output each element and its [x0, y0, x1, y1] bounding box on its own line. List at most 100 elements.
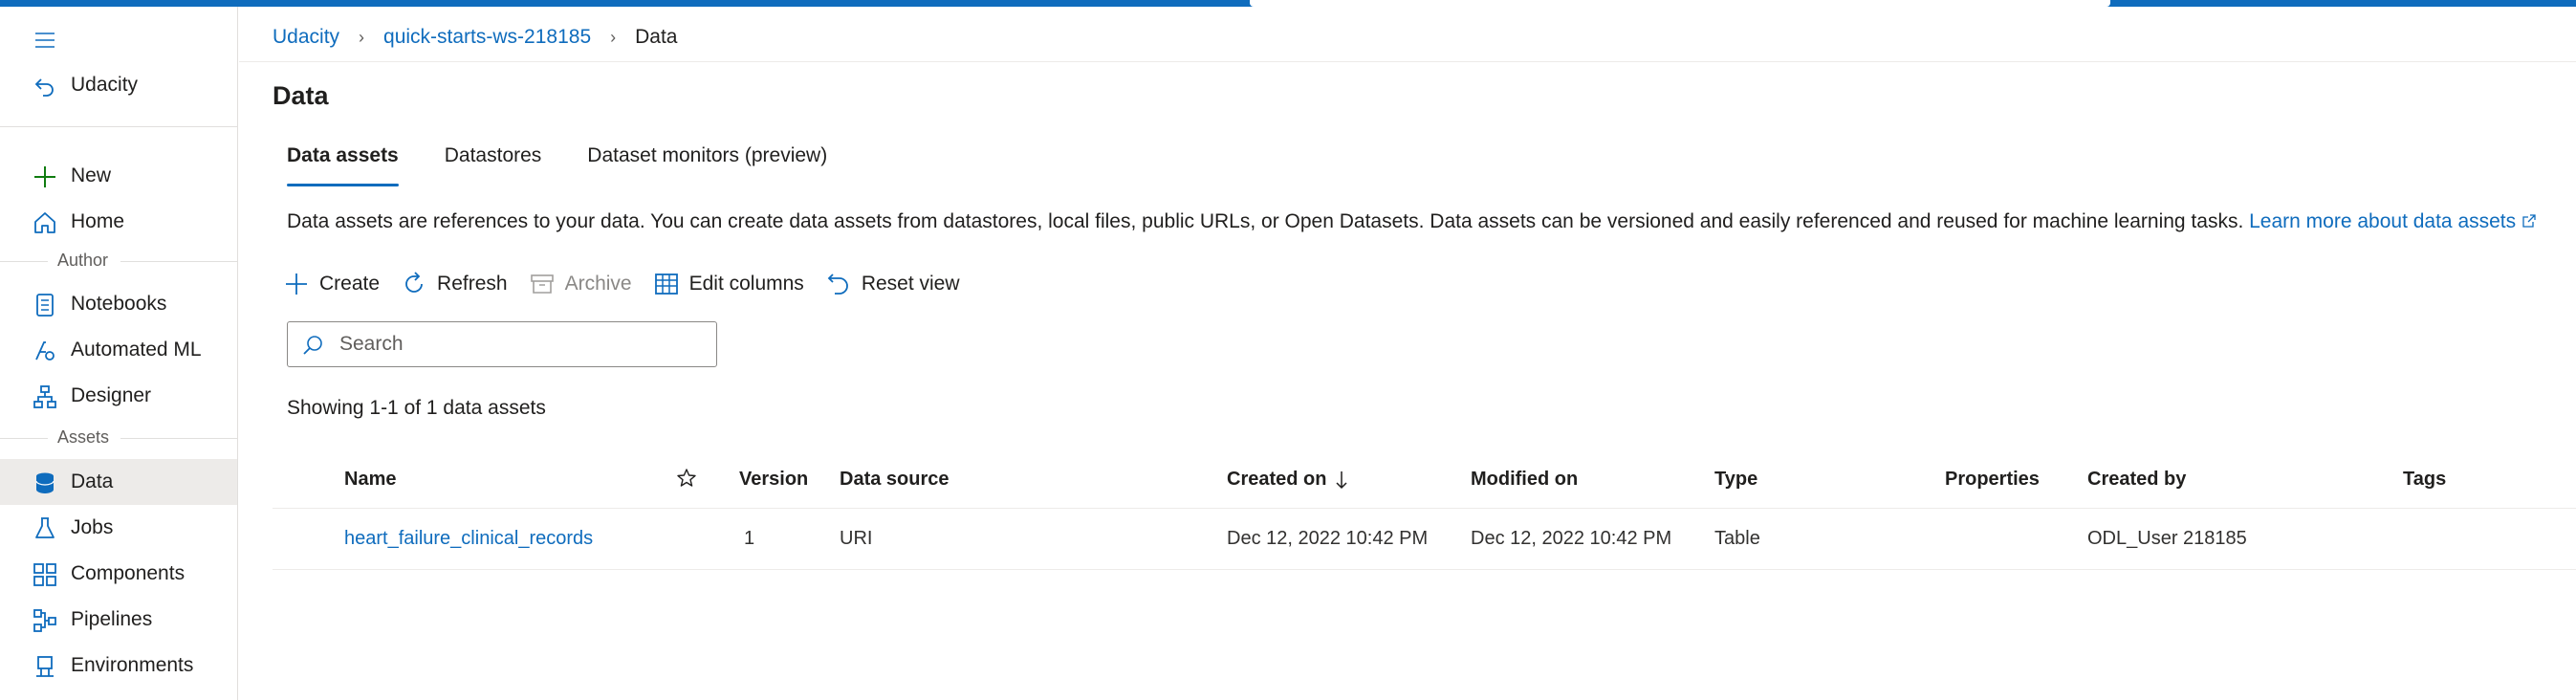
external-link-icon [2522, 214, 2536, 228]
sidebar-section-author: Author [57, 251, 109, 270]
sidebar-item-designer[interactable]: Designer [0, 373, 237, 419]
results-count: Showing 1-1 of 1 data assets [287, 397, 546, 419]
page-title: Data [273, 81, 329, 110]
sort-descending-arrow-icon [1336, 470, 1347, 489]
learn-more-link[interactable]: Learn more about data assets [2249, 210, 2537, 232]
column-header-name[interactable]: Name [344, 469, 396, 491]
column-header-created-on[interactable]: Created on [1227, 469, 1349, 491]
column-header-properties[interactable]: Properties [1945, 469, 2040, 491]
pipelines-icon [33, 609, 56, 632]
sidebar-item-label: New [71, 164, 112, 186]
tab-dataset-monitors[interactable]: Dataset monitors (preview) [587, 141, 827, 186]
created-on-label: Created on [1227, 469, 1327, 490]
edit-columns-button[interactable]: Edit columns [653, 271, 804, 297]
edit-columns-icon [654, 273, 678, 295]
tab-list: Data assets Datastores Dataset monitors … [287, 141, 873, 186]
asset-name-link[interactable]: heart_failure_clinical_records [344, 528, 593, 550]
sidebar-item-label: Environments [71, 654, 194, 676]
search-icon [303, 336, 322, 355]
star-icon[interactable] [675, 467, 698, 490]
edit-columns-label: Edit columns [688, 273, 804, 295]
top-header-bar [0, 0, 2576, 7]
cell-modified-on: Dec 12, 2022 10:42 PM [1471, 528, 1672, 549]
sidebar-item-label: Data [71, 470, 114, 492]
undo-icon [827, 273, 848, 295]
designer-icon [33, 385, 56, 408]
cell-created-by: ODL_User 218185 [2087, 528, 2247, 549]
breadcrumb: Udacity › quick-starts-ws-218185 › Data [273, 25, 677, 50]
home-icon [34, 212, 55, 233]
data-database-icon [35, 472, 55, 493]
sidebar-item-label: Pipelines [71, 608, 153, 630]
table-header: Name Version Data source Created on Modi… [273, 451, 2576, 509]
sidebar-item-label: Jobs [71, 516, 114, 538]
automated-ml-icon [35, 341, 55, 361]
environment-icon [36, 656, 54, 677]
refresh-label: Refresh [437, 273, 508, 295]
search-input[interactable] [339, 330, 703, 359]
reset-view-button[interactable]: Reset view [825, 271, 960, 297]
chevron-right-icon: › [610, 27, 617, 47]
breadcrumb-workspace-link[interactable]: quick-starts-ws-218185 [383, 26, 591, 49]
back-arrow-icon [34, 78, 54, 97]
create-button[interactable]: Create [283, 271, 380, 297]
tab-datastores[interactable]: Datastores [445, 141, 542, 186]
breadcrumb-divider [239, 61, 2576, 62]
column-header-modified-on[interactable]: Modified on [1471, 469, 1578, 491]
section-divider [120, 438, 237, 439]
column-header-type[interactable]: Type [1714, 469, 1757, 491]
section-divider [0, 438, 48, 439]
cell-created-on: Dec 12, 2022 10:42 PM [1227, 528, 1429, 549]
reset-view-label: Reset view [861, 273, 960, 295]
cell-type: Table [1714, 528, 1760, 549]
archive-label: Archive [564, 273, 632, 295]
data-assets-table: Name Version Data source Created on Modi… [273, 451, 2576, 570]
section-divider [120, 261, 237, 262]
sidebar-divider [0, 126, 237, 127]
sidebar-item-notebooks[interactable]: Notebooks [0, 281, 237, 327]
refresh-button[interactable]: Refresh [401, 271, 508, 297]
plus-icon [286, 273, 307, 295]
section-divider [0, 261, 48, 262]
hamburger-menu-icon[interactable] [33, 28, 57, 53]
sidebar-workspace-label: Udacity [71, 74, 139, 96]
create-label: Create [319, 273, 381, 295]
column-header-tags[interactable]: Tags [2403, 469, 2446, 491]
archive-button[interactable]: Archive [529, 271, 632, 297]
column-header-created-by[interactable]: Created by [2087, 469, 2186, 491]
components-icon [33, 563, 56, 586]
tab-data-assets[interactable]: Data assets [287, 141, 399, 186]
page-description: Data assets are references to your data.… [287, 210, 2537, 233]
chevron-right-icon: › [359, 27, 365, 47]
sidebar-item-new[interactable]: New [0, 153, 237, 199]
learn-more-text: Learn more about data assets [2249, 210, 2517, 232]
cell-version: 1 [744, 528, 755, 549]
sidebar-item-label: Automated ML [71, 339, 202, 361]
search-box [287, 321, 717, 367]
plus-icon [34, 166, 55, 187]
flask-icon [35, 517, 55, 538]
sidebar-item-label: Notebooks [71, 293, 167, 315]
command-bar: Create Refresh Archive Edit columns Rese… [283, 268, 981, 300]
archive-icon [530, 274, 554, 294]
refresh-icon [405, 272, 423, 293]
sidebar-item-automated-ml[interactable]: Automated ML [0, 327, 237, 373]
sidebar-item-label: Home [71, 210, 125, 232]
sidebar-item-jobs[interactable]: Jobs [0, 505, 237, 551]
sidebar-item-data[interactable]: Data [0, 459, 237, 505]
column-header-version[interactable]: Version [739, 469, 808, 491]
description-text: Data assets are references to your data.… [287, 210, 2244, 232]
left-navigation: Udacity New Home Author Notebooks Automa… [0, 7, 238, 700]
notebook-icon [36, 294, 54, 317]
breadcrumb-udacity-link[interactable]: Udacity [273, 26, 339, 49]
column-header-data-source[interactable]: Data source [840, 469, 950, 491]
sidebar-item-components[interactable]: Components [0, 551, 237, 597]
global-search-box[interactable] [1250, 0, 2110, 7]
sidebar-workspace-udacity[interactable]: Udacity [0, 62, 237, 108]
sidebar-item-pipelines[interactable]: Pipelines [0, 597, 237, 643]
sidebar-item-home[interactable]: Home [0, 199, 237, 245]
sidebar-section-assets: Assets [57, 427, 110, 447]
sidebar-item-environments[interactable]: Environments [0, 643, 237, 689]
main-content: Udacity › quick-starts-ws-218185 › Data … [239, 7, 2576, 700]
table-row[interactable]: heart_failure_clinical_records 1 URI Dec… [273, 509, 2576, 570]
